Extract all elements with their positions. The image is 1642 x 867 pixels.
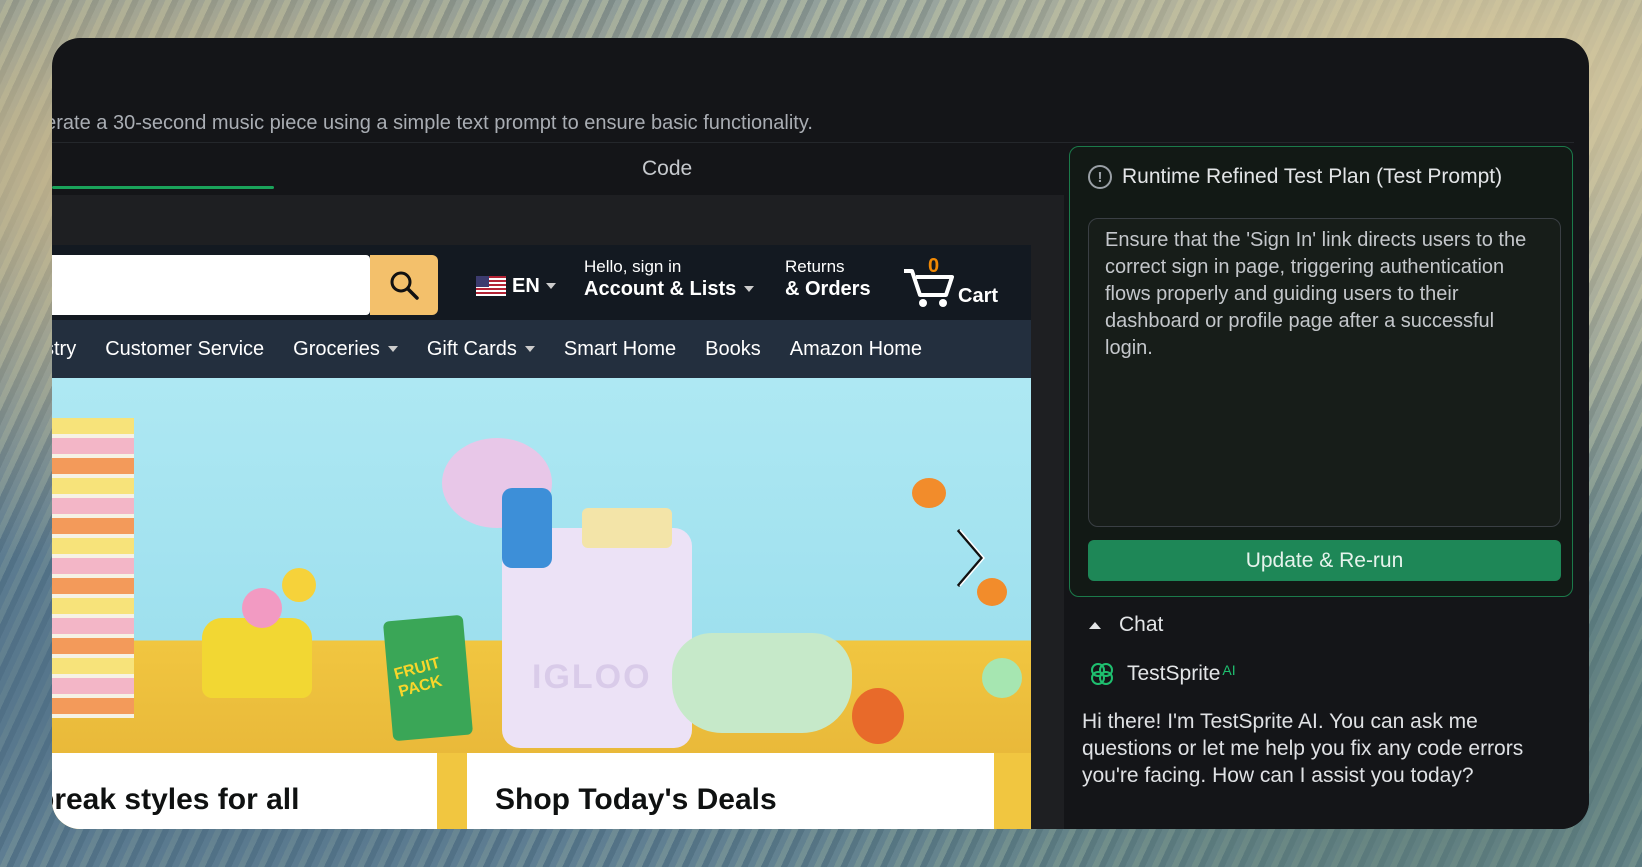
search-button[interactable] bbox=[370, 255, 438, 315]
us-flag-icon bbox=[476, 276, 506, 296]
nav-label: Customer Service bbox=[105, 337, 265, 360]
preview-toolbar bbox=[52, 195, 1064, 245]
returns-orders-link[interactable]: Returns & Orders bbox=[785, 257, 871, 301]
bot-identity: TestSprite AI bbox=[1089, 661, 1236, 687]
orders-label: & Orders bbox=[785, 278, 871, 300]
game-controller-image bbox=[672, 633, 852, 733]
side-panel: ! Runtime Refined Test Plan (Test Prompt… bbox=[1065, 143, 1589, 829]
card-row: break styles for all Shop Today's Deals bbox=[52, 753, 1031, 829]
website-preview: EN Hello, sign in Account & Lists Return… bbox=[52, 245, 1031, 829]
search-icon bbox=[390, 271, 419, 300]
brain-icon bbox=[1091, 663, 1113, 685]
chevron-up-icon bbox=[1089, 621, 1101, 629]
chevron-down-icon bbox=[387, 346, 398, 352]
language-selector[interactable]: EN bbox=[476, 271, 556, 301]
product-card[interactable]: Shop Today's Deals bbox=[467, 753, 994, 829]
nav-label: Books bbox=[705, 337, 761, 360]
chevron-down-icon bbox=[524, 346, 535, 352]
tin-image bbox=[582, 508, 672, 548]
cart-link[interactable]: 0 Cart bbox=[902, 255, 1012, 311]
bottle-image bbox=[502, 488, 552, 568]
account-lists-text: Account & Lists bbox=[584, 278, 737, 300]
nav-item-gift-cards[interactable]: Gift Cards bbox=[427, 338, 535, 361]
amazon-header: EN Hello, sign in Account & Lists Return… bbox=[52, 245, 1031, 320]
card-title: break styles for all bbox=[52, 783, 300, 816]
egg-image bbox=[982, 658, 1022, 698]
tab-bar: Code bbox=[52, 143, 1064, 195]
account-menu[interactable]: Hello, sign in Account & Lists bbox=[584, 257, 755, 301]
egg-image bbox=[852, 688, 904, 744]
bot-name: TestSprite bbox=[1127, 662, 1221, 685]
test-plan-header: ! Runtime Refined Test Plan (Test Prompt… bbox=[1088, 165, 1502, 189]
cart-label: Cart bbox=[958, 285, 999, 307]
preview-scrollbar[interactable] bbox=[1031, 245, 1064, 829]
cooler-brand-text: IGLOO bbox=[532, 658, 652, 696]
account-greeting: Hello, sign in bbox=[584, 257, 682, 276]
app-window: nerate a 30-second music piece using a s… bbox=[52, 38, 1589, 829]
card-title: Shop Today's Deals bbox=[495, 783, 777, 816]
cart-count: 0 bbox=[928, 255, 940, 277]
snack-pack-label: FRUIT PACK bbox=[392, 654, 444, 701]
test-plan-panel: ! Runtime Refined Test Plan (Test Prompt… bbox=[1069, 146, 1573, 597]
nav-item-amazon-home[interactable]: Amazon Home bbox=[790, 338, 922, 361]
chevron-right-icon[interactable] bbox=[954, 528, 986, 588]
nav-item-customer-service[interactable]: Customer Service bbox=[105, 338, 264, 361]
update-rerun-button[interactable]: Update & Re-run bbox=[1088, 540, 1561, 581]
language-label: EN bbox=[512, 274, 540, 297]
flower-image bbox=[242, 588, 282, 628]
nav-item-registry[interactable]: stry bbox=[52, 338, 76, 361]
chevron-down-icon bbox=[744, 286, 755, 292]
product-card[interactable]: break styles for all bbox=[52, 753, 437, 829]
jenga-tower-image bbox=[52, 418, 134, 718]
chat-section-toggle[interactable]: Chat bbox=[1089, 613, 1163, 637]
flower-image bbox=[282, 568, 316, 602]
chevron-down-icon bbox=[545, 283, 556, 289]
nav-item-smart-home[interactable]: Smart Home bbox=[564, 338, 676, 361]
task-description: nerate a 30-second music piece using a s… bbox=[52, 112, 813, 134]
nav-item-books[interactable]: Books bbox=[705, 338, 761, 361]
watering-can-image bbox=[202, 618, 312, 698]
nav-label: Groceries bbox=[293, 337, 380, 360]
ai-badge: AI bbox=[1222, 662, 1236, 678]
hero-banner[interactable]: IGLOO FRUIT PACK bbox=[52, 378, 1031, 753]
preview-pane: Code EN Hello, sign in Account & Lists R… bbox=[52, 143, 1064, 829]
info-icon: ! bbox=[1088, 165, 1112, 189]
tab-code[interactable]: Code bbox=[642, 143, 692, 195]
chat-title: Chat bbox=[1119, 613, 1164, 636]
flower-image bbox=[912, 478, 946, 508]
returns-label: Returns bbox=[785, 257, 845, 276]
search-input[interactable] bbox=[52, 255, 370, 315]
test-plan-title: Runtime Refined Test Plan (Test Prompt) bbox=[1122, 165, 1503, 188]
nav-label: Gift Cards bbox=[426, 337, 517, 360]
nav-label: Smart Home bbox=[563, 337, 677, 360]
nav-label: stry bbox=[52, 337, 77, 360]
snack-pack-image: FRUIT PACK bbox=[382, 614, 474, 742]
amazon-nav-bar: stry Customer Service Groceries Gift Car… bbox=[52, 320, 1031, 378]
account-lists-label: Account & Lists bbox=[584, 277, 755, 301]
test-plan-textarea[interactable]: Ensure that the 'Sign In' link directs u… bbox=[1088, 218, 1561, 527]
nav-item-groceries[interactable]: Groceries bbox=[293, 338, 398, 361]
tab-preview-indicator[interactable] bbox=[52, 186, 274, 189]
chat-message: Hi there! I'm TestSprite AI. You can ask… bbox=[1082, 710, 1524, 787]
nav-label: Amazon Home bbox=[789, 337, 923, 360]
